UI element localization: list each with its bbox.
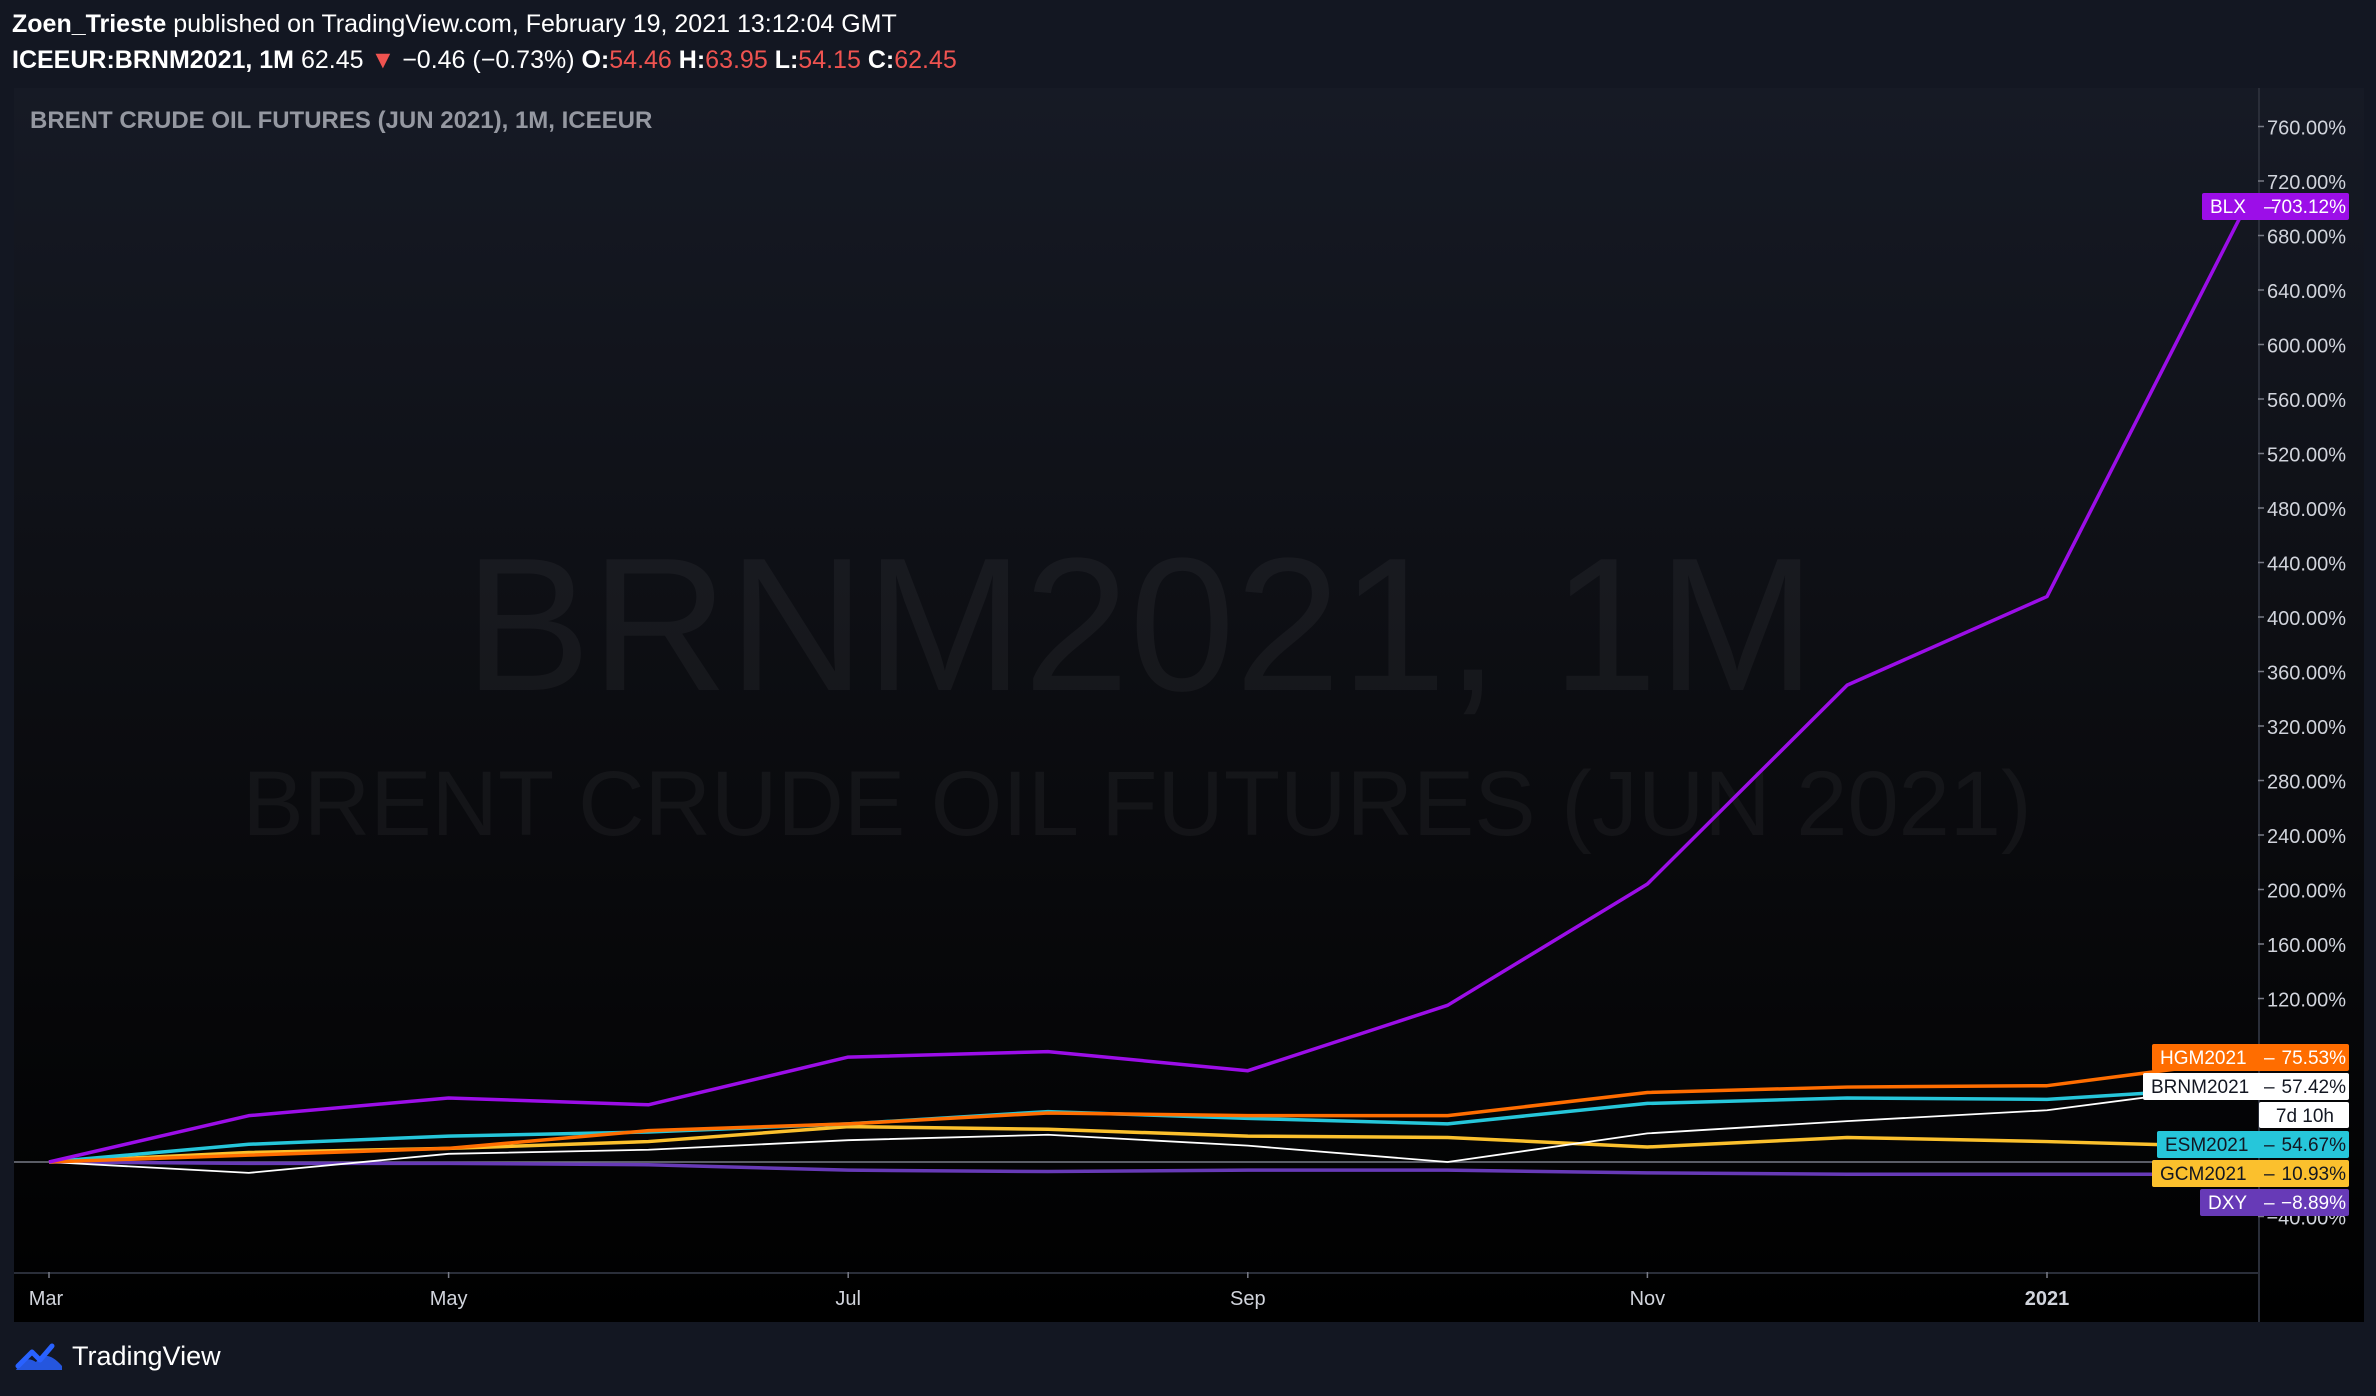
x-tick-label: Sep (1230, 1288, 1266, 1310)
series-value-label: −8.89% (2281, 1193, 2346, 1214)
price-label-dash: – (2264, 1164, 2275, 1185)
countdown-text: 7d 10h (2276, 1106, 2334, 1127)
x-tick-label: Mar (29, 1288, 64, 1310)
series-name-label: DXY (2208, 1193, 2247, 1214)
price-label-dxy: DXY −8.89%– (2200, 1189, 2349, 1216)
series-name-label: BLX (2210, 197, 2246, 218)
price-label-dash: – (2264, 1193, 2275, 1214)
footer: TradingView (14, 1340, 221, 1372)
y-tick-label: 440.00% (2267, 554, 2346, 576)
price-label-blx: BLX 703.12%– (2202, 193, 2349, 220)
y-tick-label: 720.00% (2267, 172, 2346, 194)
y-tick-label: 320.00% (2267, 717, 2346, 739)
price-label-gcm2021: GCM2021 10.93%– (2152, 1160, 2349, 1187)
series-value-label: 54.67% (2282, 1135, 2347, 1156)
y-tick-label: 200.00% (2267, 881, 2346, 903)
chart-title: BRENT CRUDE OIL FUTURES (JUN 2021), 1M, … (30, 107, 652, 134)
price-label-dash: – (2264, 197, 2275, 218)
y-tick-label: 120.00% (2267, 990, 2346, 1012)
y-tick-label: 760.00% (2267, 118, 2346, 140)
price-label-hgm2021: HGM2021 75.53%– (2152, 1044, 2349, 1071)
y-tick-label: 280.00% (2267, 772, 2346, 794)
series-name-label: ESM2021 (2165, 1135, 2248, 1156)
series-value-label: 75.53% (2282, 1048, 2347, 1069)
series-name-label: GCM2021 (2160, 1164, 2247, 1185)
x-tick-label: Jul (835, 1288, 861, 1310)
watermark-symbol: BRNM2021, 1M (464, 519, 1816, 731)
x-tick-label: May (430, 1288, 468, 1310)
x-tick-label: 2021 (2025, 1288, 2070, 1310)
time-axis[interactable]: MarMayJulSepNov2021MarMayJulSepNov202 (29, 1272, 2376, 1310)
price-label-dash: – (2264, 1077, 2275, 1098)
series-value-label: 57.42% (2282, 1077, 2347, 1098)
y-tick-label: 160.00% (2267, 935, 2346, 957)
price-label-dash: – (2264, 1048, 2275, 1069)
y-tick-label: 360.00% (2267, 663, 2346, 685)
series-value-label: 10.93% (2282, 1164, 2347, 1185)
y-tick-label: 640.00% (2267, 281, 2346, 303)
chart-canvas[interactable]: BRNM2021, 1M BRENT CRUDE OIL FUTURES (JU… (0, 0, 2376, 1396)
tradingview-logo-icon[interactable] (14, 1340, 64, 1372)
price-label-esm2021: ESM2021 54.67%– (2157, 1131, 2349, 1158)
series-line-hgm2021 (48, 1058, 2248, 1164)
chart-watermark: BRNM2021, 1M BRENT CRUDE OIL FUTURES (JU… (242, 519, 2031, 855)
series-name-label: HGM2021 (2160, 1048, 2247, 1069)
y-tick-label: 600.00% (2267, 336, 2346, 358)
y-tick-label: 240.00% (2267, 826, 2346, 848)
y-tick-label: 520.00% (2267, 445, 2346, 467)
y-tick-label: 680.00% (2267, 227, 2346, 249)
y-tick-label: 400.00% (2267, 608, 2346, 630)
footer-brand[interactable]: TradingView (72, 1341, 221, 1372)
series-line-dxy (48, 1160, 2247, 1177)
series-line-gcm2021 (48, 1124, 2247, 1164)
price-label-dash: – (2264, 1135, 2275, 1156)
y-tick-label: 480.00% (2267, 499, 2346, 521)
y-tick-label: 560.00% (2267, 390, 2346, 412)
price-label-brnm2021: BRNM2021 57.42%– (2143, 1073, 2349, 1100)
series-value-label: 703.12% (2271, 197, 2346, 218)
series-name-label: BRNM2021 (2151, 1077, 2249, 1098)
bar-countdown-label: 7d 10h (2259, 1102, 2349, 1128)
x-tick-label: Nov (1630, 1288, 1666, 1310)
